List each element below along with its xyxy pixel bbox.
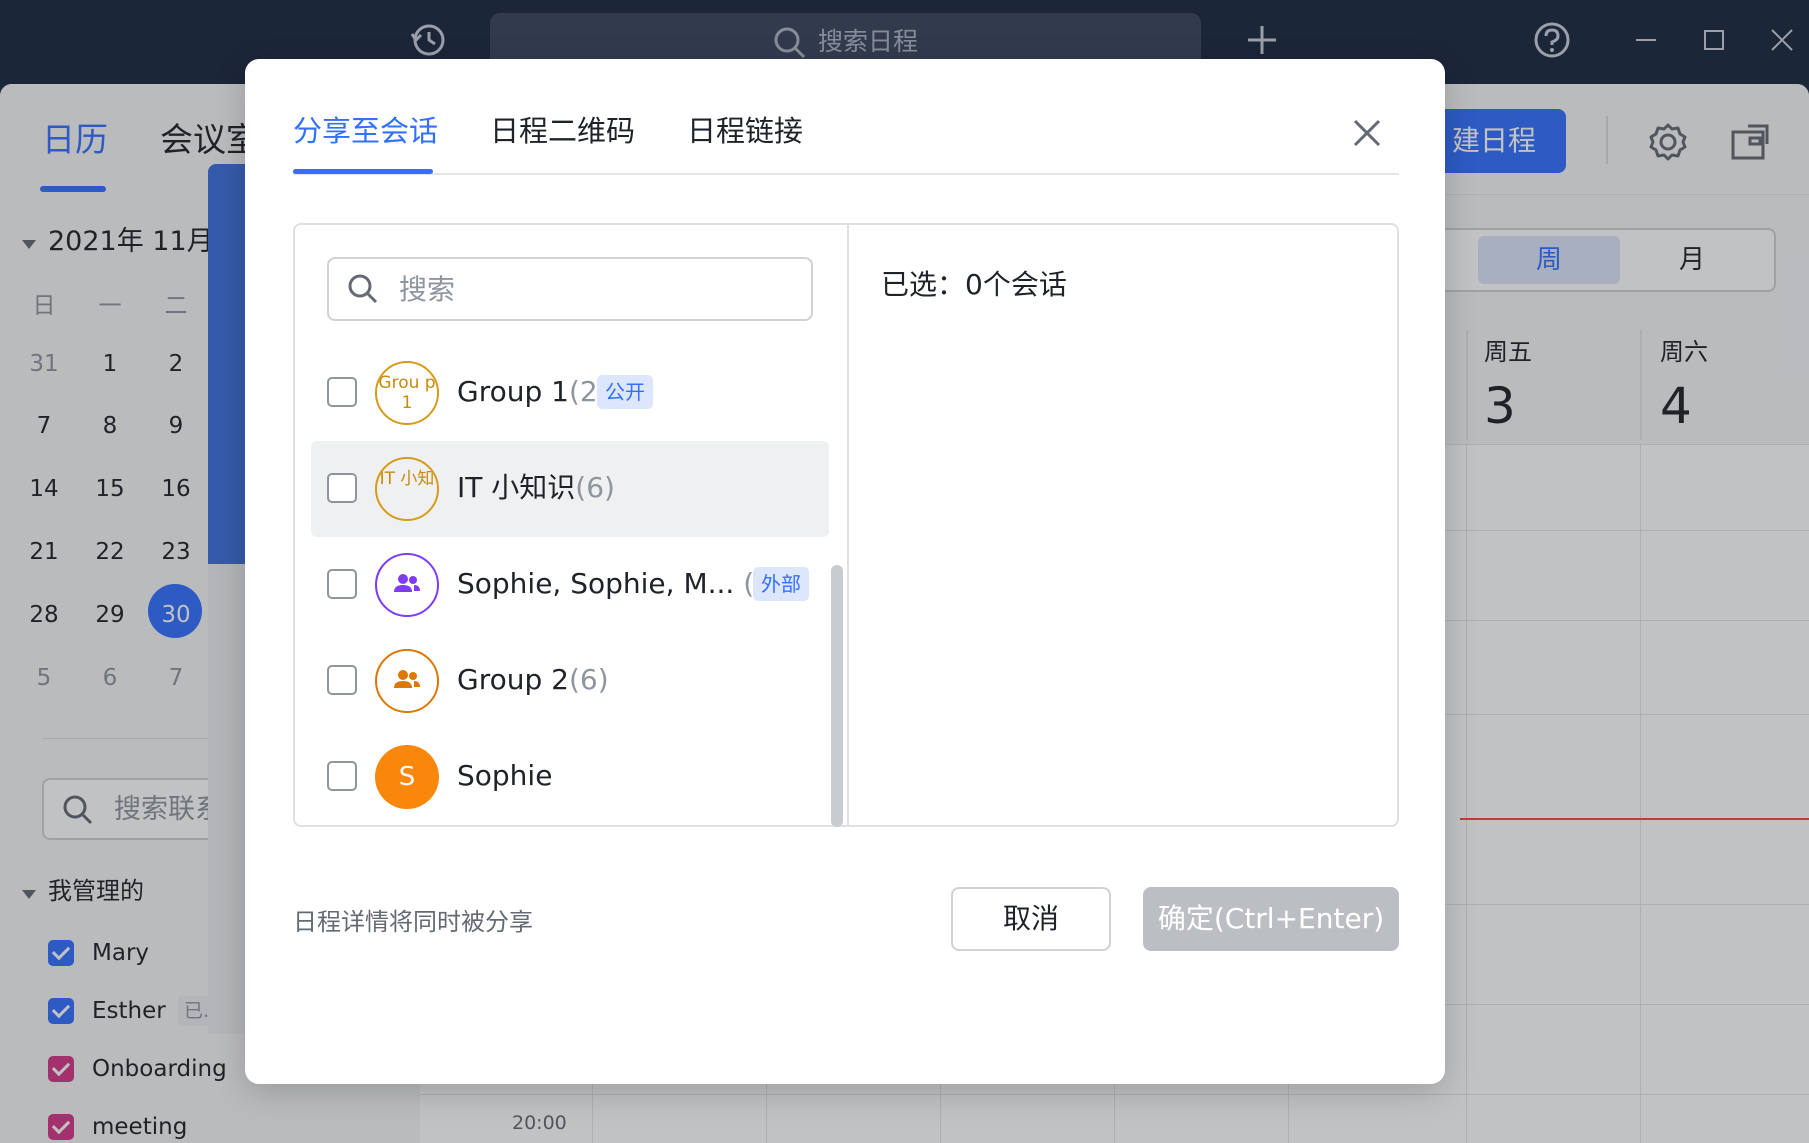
cancel-button[interactable]: 取消 bbox=[951, 887, 1111, 951]
chat-checkbox[interactable] bbox=[327, 665, 357, 695]
chat-checkbox[interactable] bbox=[327, 377, 357, 407]
close-icon[interactable] bbox=[1345, 111, 1389, 155]
chat-name-text: Group 2 bbox=[457, 663, 569, 696]
chat-name-text: Sophie, Sophie, M... bbox=[457, 567, 735, 600]
chat-name: Group 2(6) bbox=[457, 659, 609, 701]
chat-row[interactable]: Group 2(6) bbox=[311, 633, 829, 729]
tab-event-qr-code[interactable]: 日程二维码 bbox=[490, 111, 635, 151]
chat-name: Sophie, Sophie, M... (3) bbox=[457, 563, 783, 605]
chat-name: Sophie bbox=[457, 755, 552, 797]
chat-member-count: (6) bbox=[568, 663, 609, 696]
share-footnote: 日程详情将同时被分享 bbox=[293, 908, 533, 936]
people-icon bbox=[394, 574, 420, 592]
tab-share-to-chat[interactable]: 分享至会话 bbox=[293, 111, 438, 151]
chat-search-placeholder: 搜索 bbox=[399, 273, 456, 306]
chat-avatar bbox=[375, 649, 439, 713]
chat-name: Group 1(2) bbox=[457, 371, 609, 413]
public-tag: 公开 bbox=[597, 375, 653, 409]
chat-row[interactable]: Grou p 1 Group 1(2) 公开 bbox=[311, 345, 829, 441]
tab-event-link[interactable]: 日程链接 bbox=[687, 111, 803, 151]
chat-name-text: Sophie bbox=[457, 759, 553, 792]
people-icon bbox=[394, 670, 420, 688]
chat-avatar: IT 小知 bbox=[375, 457, 439, 521]
picker-divider bbox=[847, 225, 849, 825]
active-tab-indicator bbox=[293, 169, 433, 174]
chat-row[interactable]: IT 小知 IT 小知识(6) bbox=[311, 441, 829, 537]
chat-name: IT 小知识(6) bbox=[457, 467, 615, 509]
chat-avatar: Grou p 1 bbox=[375, 361, 439, 425]
chat-name-text: Group 1 bbox=[457, 375, 569, 408]
chat-picker: 搜索 Grou p 1 Group 1(2) 公开 IT 小知 IT 小知识(6… bbox=[293, 223, 1399, 827]
chat-list-scrollbar[interactable] bbox=[831, 565, 843, 827]
chat-name-text: IT 小知识 bbox=[457, 471, 576, 504]
chat-checkbox[interactable] bbox=[327, 569, 357, 599]
chat-row[interactable]: S Sophie bbox=[311, 729, 829, 825]
chat-avatar bbox=[375, 553, 439, 617]
external-tag: 外部 bbox=[753, 567, 809, 601]
chat-avatar: S bbox=[375, 745, 439, 809]
chat-row[interactable]: Sophie, Sophie, M... (3) 外部 bbox=[311, 537, 829, 633]
tab-divider bbox=[293, 173, 1399, 175]
share-event-dialog: 分享至会话 日程二维码 日程链接 搜索 Grou p 1 Group 1(2) … bbox=[245, 59, 1445, 1084]
confirm-button[interactable]: 确定(Ctrl+Enter) bbox=[1143, 887, 1399, 951]
selected-count: 已选：0个会话 bbox=[881, 268, 1067, 301]
chat-checkbox[interactable] bbox=[327, 473, 357, 503]
search-icon bbox=[347, 273, 379, 309]
chat-member-count: (6) bbox=[575, 471, 615, 504]
chat-search-input[interactable]: 搜索 bbox=[327, 257, 813, 321]
chat-checkbox[interactable] bbox=[327, 761, 357, 791]
